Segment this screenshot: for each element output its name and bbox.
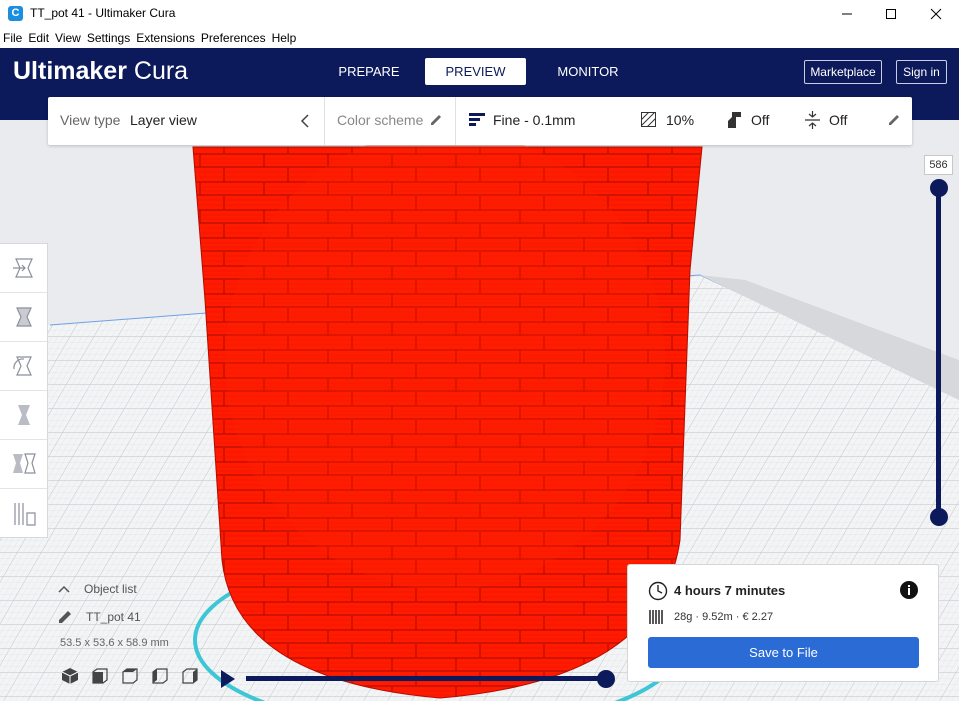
menu-file[interactable]: File <box>0 28 25 48</box>
view-left-icon[interactable] <box>150 667 170 685</box>
layer-number-field[interactable]: 586 <box>924 155 953 175</box>
pencil-icon <box>59 611 71 623</box>
menu-bar: File Edit View Settings Extensions Prefe… <box>0 28 959 48</box>
clock-icon <box>648 581 668 601</box>
save-to-file-button[interactable]: Save to File <box>648 637 919 668</box>
layer-slider-top-handle[interactable] <box>930 179 948 197</box>
object-list-toggle[interactable]: Object list <box>58 582 141 596</box>
info-icon[interactable] <box>899 580 919 600</box>
menu-settings[interactable]: Settings <box>84 28 133 48</box>
menu-help[interactable]: Help <box>269 28 300 48</box>
title-bar: C TT_pot 41 - Ultimaker Cura <box>0 0 959 28</box>
object-dimensions: 53.5 x 53.6 x 58.9 mm <box>60 637 169 649</box>
menu-extensions[interactable]: Extensions <box>133 28 198 48</box>
object-name: TT_pot 41 <box>86 610 141 624</box>
pencil-icon[interactable] <box>430 114 442 126</box>
adhesion-icon <box>805 111 820 129</box>
support-icon <box>728 112 741 128</box>
close-icon <box>930 8 942 20</box>
print-profile[interactable]: Fine - 0.1mm <box>493 112 575 128</box>
move-tool-button[interactable] <box>0 244 47 293</box>
view-3d-icon[interactable] <box>60 667 80 685</box>
move-icon <box>12 258 33 278</box>
maximize-button[interactable] <box>868 0 914 28</box>
camera-view-buttons <box>60 667 200 685</box>
chevron-up-icon <box>58 585 70 593</box>
cura-window: C TT_pot 41 - Ultimaker Cura File Edit V… <box>0 0 959 701</box>
tab-monitor[interactable]: MONITOR <box>547 58 629 85</box>
material-info: 28g · 9.52m · € 2.27 <box>674 611 774 623</box>
view-front-icon[interactable] <box>90 667 110 685</box>
play-icon[interactable] <box>219 669 237 689</box>
brand-name: Ultimaker <box>13 57 127 85</box>
mirror-icon <box>17 405 30 425</box>
menu-view[interactable]: View <box>52 28 84 48</box>
support-blocker-button[interactable] <box>0 489 47 538</box>
path-slider-track[interactable] <box>246 676 607 681</box>
object-name-row[interactable]: TT_pot 41 <box>58 610 141 624</box>
view-right-icon[interactable] <box>180 667 200 685</box>
path-slider-handle[interactable] <box>597 670 615 688</box>
support-blocker-icon <box>13 502 36 526</box>
brand-logo: Ultimaker Cura <box>13 57 188 86</box>
brand-product: Cura <box>126 57 189 85</box>
view-type-label: View type <box>60 112 121 128</box>
layer-slider-bottom-handle[interactable] <box>930 508 948 526</box>
color-scheme-label[interactable]: Color scheme <box>337 112 423 128</box>
print-time: 4 hours 7 minutes <box>674 583 786 598</box>
menu-preferences[interactable]: Preferences <box>198 28 269 48</box>
chevron-left-icon[interactable] <box>300 114 310 128</box>
layer-slider-track[interactable] <box>936 188 941 518</box>
spool-icon <box>649 610 663 624</box>
object-list-label: Object list <box>84 582 137 596</box>
view-toolbar: View type Layer view Color scheme Fine -… <box>48 97 912 145</box>
menu-edit[interactable]: Edit <box>25 28 52 48</box>
toolbar-divider <box>455 97 456 145</box>
infill-value[interactable]: 10% <box>666 112 694 128</box>
marketplace-button[interactable]: Marketplace <box>804 60 882 84</box>
cura-app-icon: C <box>8 6 23 21</box>
tab-prepare[interactable]: PREPARE <box>330 58 408 85</box>
view-top-icon[interactable] <box>120 667 140 685</box>
scale-icon <box>15 307 32 327</box>
sign-in-button[interactable]: Sign in <box>896 60 947 84</box>
minimize-icon <box>842 13 852 15</box>
maximize-icon <box>886 9 896 19</box>
rotate-tool-button[interactable] <box>0 342 47 391</box>
edit-settings-icon[interactable] <box>888 114 900 126</box>
support-value[interactable]: Off <box>751 112 769 128</box>
transform-toolbar <box>0 243 48 538</box>
adhesion-value[interactable]: Off <box>829 112 847 128</box>
profile-icon <box>469 113 485 126</box>
object-list-panel: Object list TT_pot 41 <box>58 582 141 624</box>
scale-tool-button[interactable] <box>0 293 47 342</box>
view-type-select[interactable]: Layer view <box>130 112 197 128</box>
minimize-button[interactable] <box>824 0 870 28</box>
toolbar-divider <box>324 97 325 145</box>
window-title: TT_pot 41 - Ultimaker Cura <box>30 6 176 20</box>
infill-icon <box>641 112 656 127</box>
tab-preview[interactable]: PREVIEW <box>425 58 526 85</box>
per-model-settings-button[interactable] <box>0 440 47 489</box>
print-information-panel: 4 hours 7 minutes 28g · 9.52m · € 2.27 S… <box>627 564 939 682</box>
per-model-settings-icon <box>12 453 36 474</box>
close-button[interactable] <box>913 0 959 28</box>
mirror-tool-button[interactable] <box>0 391 47 440</box>
rotate-icon <box>12 356 32 376</box>
